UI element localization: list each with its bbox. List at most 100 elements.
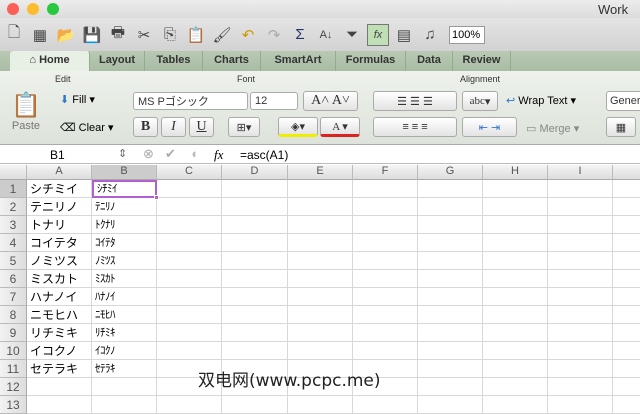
gallery-icon[interactable]: ▦ [29,24,51,46]
cell[interactable] [418,396,483,414]
vertical-align-buttons[interactable]: ☰ ☰ ☰ [373,91,457,111]
cell[interactable] [548,378,613,396]
cell[interactable]: ﾘﾁﾐｷ [92,324,157,342]
cell[interactable] [548,252,613,270]
cell[interactable] [418,324,483,342]
underline-button[interactable]: U [189,117,214,137]
cell[interactable] [418,342,483,360]
borders-icon[interactable]: ⊞▾ [228,117,260,137]
cell[interactable] [288,288,353,306]
name-box-stepper-icon[interactable]: ⇕ [118,147,127,160]
cell[interactable] [483,216,548,234]
italic-button[interactable]: I [161,117,186,137]
cell[interactable] [353,198,418,216]
fill-button[interactable]: ⬇ Fill ▾ [60,93,95,106]
save-icon[interactable]: 💾 [81,24,103,46]
cut-icon[interactable]: ✂ [133,24,155,46]
cell[interactable]: ﾊﾅﾉｲ [92,288,157,306]
minimize-button[interactable] [27,3,39,15]
clear-button[interactable]: ⌫ Clear ▾ [60,121,114,134]
cell[interactable] [222,288,288,306]
cell[interactable] [613,288,640,306]
column-header-G[interactable]: G [418,165,483,180]
new-icon[interactable]: 🗋 [3,24,25,46]
cancel-icon[interactable]: ⊗ [143,146,154,162]
cell[interactable] [288,216,353,234]
zoom-select[interactable]: 100% [449,25,485,44]
cell[interactable]: イコクノ [27,342,92,360]
cell[interactable] [222,324,288,342]
row-header[interactable]: 2 [0,198,27,216]
cell[interactable] [483,378,548,396]
row-header[interactable]: 10 [0,342,27,360]
cell[interactable] [222,306,288,324]
merge-button[interactable]: ▭ Merge ▾ [526,122,579,135]
font-size-buttons[interactable]: A˄ A˅ [303,91,358,111]
cell[interactable] [418,378,483,396]
cell[interactable] [157,306,222,324]
filter-icon[interactable]: ⏷ [341,24,363,46]
cell[interactable] [548,234,613,252]
cell[interactable] [353,180,418,198]
indent-buttons[interactable]: ⇤ ⇥ [462,117,517,137]
cell[interactable] [288,324,353,342]
row-header[interactable]: 11 [0,360,27,378]
font-size-select[interactable]: 12 [250,92,298,110]
cell[interactable] [483,324,548,342]
column-header-H[interactable]: H [483,165,548,180]
cell[interactable] [157,288,222,306]
cell[interactable] [483,396,548,414]
cell[interactable]: ニモヒハ [27,306,92,324]
cell[interactable] [157,216,222,234]
cell[interactable]: セテラキ [27,360,92,378]
cell[interactable] [222,180,288,198]
cell[interactable] [418,198,483,216]
column-header-D[interactable]: D [222,165,288,180]
cell[interactable] [222,216,288,234]
cell[interactable] [613,396,640,414]
cell[interactable] [92,396,157,414]
select-all-corner[interactable] [0,165,27,180]
cell[interactable] [613,306,640,324]
cell[interactable] [483,198,548,216]
formula-input[interactable]: =asc(A1) [240,148,288,162]
cell[interactable] [157,252,222,270]
cell[interactable]: ｾﾃﾗｷ [92,360,157,378]
tab-layout[interactable]: Layout [90,51,145,71]
tab-home[interactable]: ⌂ Home [10,51,90,71]
cell[interactable] [288,396,353,414]
horizontal-align-buttons[interactable]: ≡ ≡ ≡ [373,117,457,137]
cell[interactable] [222,234,288,252]
cell[interactable] [288,198,353,216]
cell[interactable] [157,180,222,198]
row-header[interactable]: 6 [0,270,27,288]
cell[interactable] [288,342,353,360]
formula-builder-icon[interactable]: fx [367,23,389,46]
tab-charts[interactable]: Charts [203,51,261,71]
cell[interactable] [157,324,222,342]
cell[interactable]: ﾃﾆﾘﾉ [92,198,157,216]
row-header[interactable]: 5 [0,252,27,270]
cell[interactable] [418,288,483,306]
row-header[interactable]: 4 [0,234,27,252]
cell[interactable] [613,270,640,288]
cell[interactable] [288,252,353,270]
cell[interactable] [548,180,613,198]
bold-button[interactable]: B [133,117,158,137]
cell[interactable] [613,324,640,342]
cell[interactable] [157,234,222,252]
font-color-icon[interactable]: A ▾ [320,117,360,137]
cell[interactable]: ノミツス [27,252,92,270]
cell[interactable] [222,198,288,216]
cell[interactable]: テニリノ [27,198,92,216]
cell[interactable] [288,180,353,198]
cell[interactable] [353,234,418,252]
row-header[interactable]: 7 [0,288,27,306]
cell[interactable] [483,180,548,198]
open-icon[interactable]: 📂 [55,24,77,46]
cell[interactable] [548,396,613,414]
cell[interactable] [353,288,418,306]
column-header-I[interactable]: I [548,165,613,180]
cell[interactable] [157,396,222,414]
cell[interactable] [353,306,418,324]
